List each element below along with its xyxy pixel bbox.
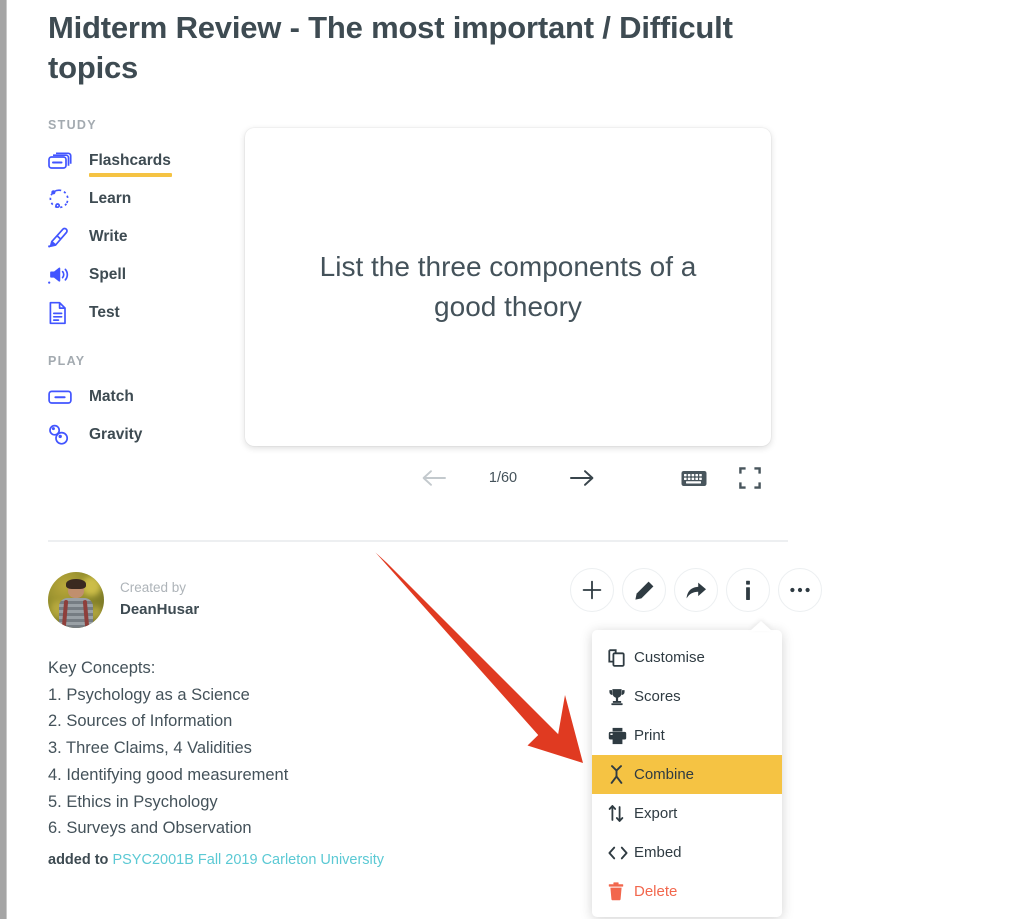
menu-item-label: Combine (634, 766, 695, 783)
created-by-label: Created by (120, 579, 187, 595)
sidebar-item-label: Learn (89, 190, 132, 207)
flashcard[interactable]: List the three components of a good theo… (245, 128, 771, 446)
menu-item-label: Delete (634, 883, 678, 900)
sidebar-item-spell[interactable]: Spell (48, 256, 223, 294)
copy-icon (608, 648, 634, 667)
printer-icon (608, 727, 634, 745)
learn-icon (48, 187, 78, 211)
sidebar-item-label: Test (89, 304, 120, 321)
sidebar-item-label: Match (89, 388, 134, 405)
sidebar-item-write[interactable]: Write (48, 218, 223, 256)
section-divider (48, 540, 788, 542)
sidebar-item-flashcards[interactable]: Flashcards (48, 142, 223, 180)
sidebar-item-gravity[interactable]: Gravity (48, 416, 223, 454)
fullscreen-button[interactable] (733, 459, 767, 497)
sidebar-heading-study: STUDY (48, 118, 97, 132)
menu-item-label: Embed (634, 844, 682, 861)
menu-item-customise[interactable]: Customise (592, 638, 782, 677)
study-mode-sidebar: STUDY Flashcards Learn Write Spell Test … (48, 118, 223, 454)
previous-card-button[interactable] (417, 459, 451, 497)
flashcard-text: List the three components of a good theo… (319, 251, 697, 322)
menu-item-combine[interactable]: Combine (592, 755, 782, 794)
sidebar-item-test[interactable]: Test (48, 294, 223, 332)
export-arrows-icon (608, 804, 634, 823)
description-line: 5. Ethics in Psychology (48, 792, 218, 811)
info-button[interactable] (726, 568, 770, 612)
sidebar-item-label: Spell (89, 266, 127, 283)
keyboard-shortcuts-button[interactable] (677, 459, 711, 497)
sidebar-item-learn[interactable]: Learn (48, 180, 223, 218)
more-options-menu: Customise Scores Print Combine Export Em… (592, 621, 782, 917)
next-card-button[interactable] (565, 459, 599, 497)
description-line: 1. Psychology as a Science (48, 685, 250, 704)
card-counter: 1/60 (488, 470, 518, 486)
write-icon (48, 225, 78, 249)
menu-item-label: Export (634, 805, 678, 822)
menu-item-scores[interactable]: Scores (592, 677, 782, 716)
description-heading: Key Concepts: (48, 659, 156, 677)
add-button[interactable] (570, 568, 614, 612)
sidebar-heading-play: PLAY (48, 354, 86, 368)
test-icon (48, 301, 78, 325)
description-line: 4. Identifying good measurement (48, 765, 289, 784)
description-line: 3. Three Claims, 4 Validities (48, 739, 252, 758)
page-title: Midterm Review - The most important / Di… (48, 10, 733, 85)
more-options-button[interactable] (778, 568, 822, 612)
set-description: Key Concepts: 1. Psychology as a Science… (48, 655, 518, 842)
spell-icon (48, 263, 78, 287)
window-edge-strip (0, 0, 7, 919)
menu-item-label: Print (634, 727, 665, 744)
class-link[interactable]: PSYC2001B Fall 2019 Carleton University (112, 852, 384, 868)
set-actions-toolbar (570, 568, 822, 612)
menu-item-embed[interactable]: Embed (592, 833, 782, 872)
gravity-icon (48, 423, 78, 447)
flashcard-controls: 1/60 (245, 459, 771, 497)
description-line: 2. Sources of Information (48, 712, 233, 731)
trash-icon (608, 882, 634, 901)
author-block: Created by DeanHusar (48, 572, 199, 628)
sidebar-item-label: Gravity (89, 426, 143, 443)
added-to-label: added to (48, 852, 109, 868)
avatar[interactable] (48, 572, 104, 628)
description-line: 6. Surveys and Observation (48, 819, 252, 838)
menu-item-print[interactable]: Print (592, 716, 782, 755)
menu-item-delete[interactable]: Delete (592, 872, 782, 911)
menu-item-label: Customise (634, 649, 705, 666)
code-brackets-icon (608, 845, 634, 861)
menu-item-label: Scores (634, 688, 681, 705)
flashcards-icon (48, 149, 78, 173)
share-button[interactable] (674, 568, 718, 612)
sidebar-item-label: Write (89, 228, 128, 245)
merge-icon (608, 765, 634, 784)
sidebar-item-label: Flashcards (89, 152, 172, 177)
menu-caret (750, 621, 772, 631)
app-root: Midterm Review - The most important / Di… (0, 0, 1024, 919)
sidebar-item-match[interactable]: Match (48, 378, 223, 416)
menu-item-export[interactable]: Export (592, 794, 782, 833)
edit-button[interactable] (622, 568, 666, 612)
trophy-icon (608, 688, 634, 706)
added-to-class: added to PSYC2001B Fall 2019 Carleton Un… (48, 852, 384, 868)
author-name[interactable]: DeanHusar (120, 598, 199, 622)
match-icon (48, 385, 78, 409)
